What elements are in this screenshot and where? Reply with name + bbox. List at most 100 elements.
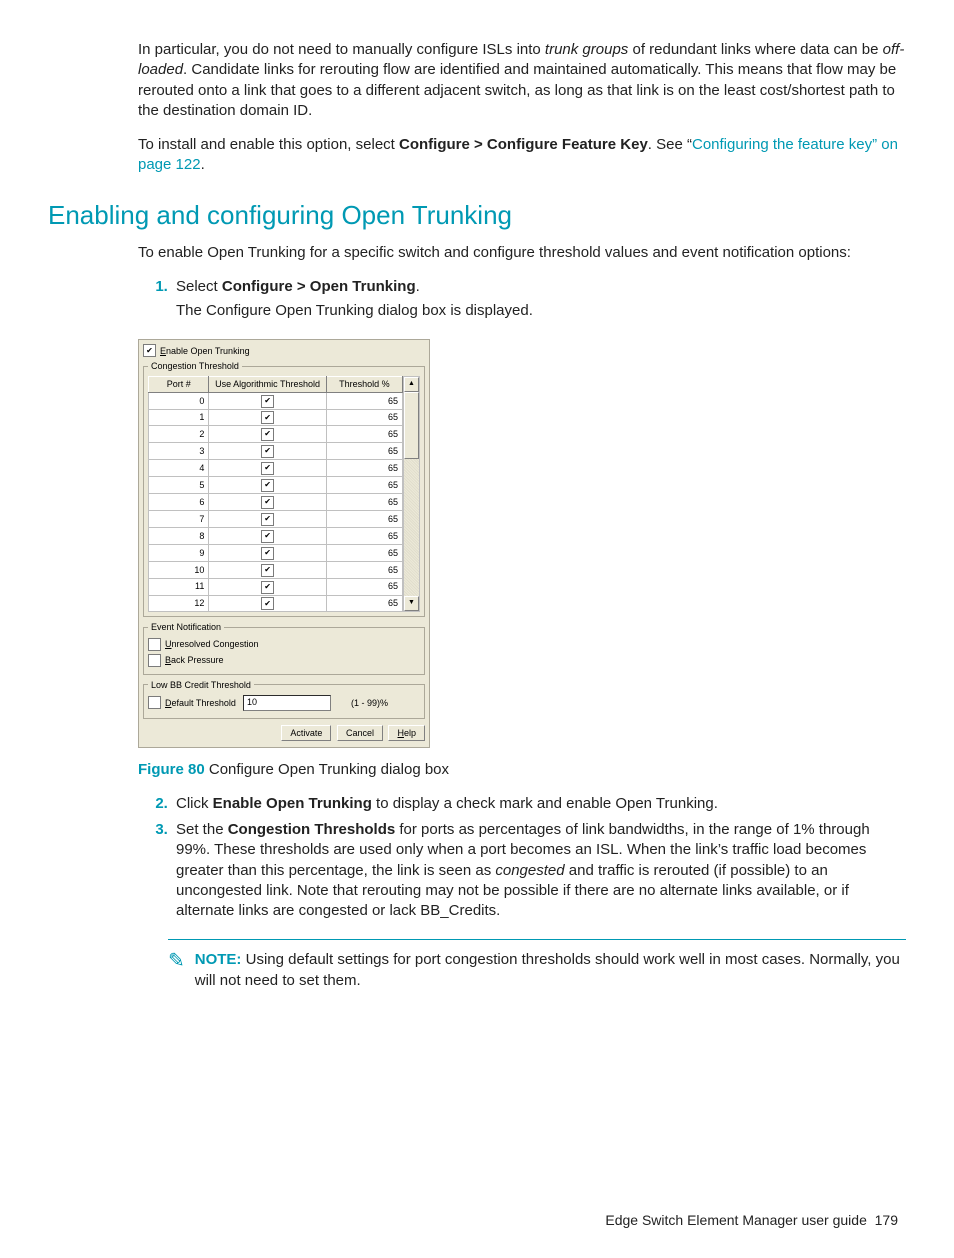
algo-cell[interactable] [209, 595, 326, 612]
table-row[interactable]: 3 65 [149, 443, 403, 460]
threshold-cell[interactable]: 65 [326, 460, 402, 477]
algo-cell[interactable] [209, 477, 326, 494]
unresolved-congestion-row[interactable]: Unresolved Congestion [148, 638, 420, 651]
port-cell[interactable]: 12 [149, 595, 209, 612]
algo-checkbox[interactable] [261, 462, 274, 475]
table-row[interactable]: 1 65 [149, 409, 403, 426]
table-scrollbar[interactable]: ▲ ▼ [403, 376, 420, 612]
algo-checkbox[interactable] [261, 547, 274, 560]
threshold-cell[interactable]: 65 [326, 595, 402, 612]
default-threshold-checkbox[interactable] [148, 696, 161, 709]
port-cell[interactable]: 5 [149, 477, 209, 494]
algo-checkbox[interactable] [261, 428, 274, 441]
port-cell[interactable]: 10 [149, 561, 209, 578]
table-row[interactable]: 7 65 [149, 510, 403, 527]
port-cell[interactable]: 11 [149, 578, 209, 595]
table-row[interactable]: 12 65 [149, 595, 403, 612]
algo-cell[interactable] [209, 578, 326, 595]
port-cell[interactable]: 9 [149, 544, 209, 561]
footer-title: Edge Switch Element Manager user guide [605, 1212, 866, 1228]
algo-checkbox[interactable] [261, 411, 274, 424]
ports-table: Port # Use Algorithmic Threshold Thresho… [148, 376, 403, 612]
table-row[interactable]: 5 65 [149, 477, 403, 494]
algo-checkbox[interactable] [261, 530, 274, 543]
text: Click [176, 795, 213, 812]
figure-caption: Figure 80 Configure Open Trunking dialog… [138, 760, 906, 780]
port-cell[interactable]: 8 [149, 527, 209, 544]
algo-cell[interactable] [209, 443, 326, 460]
help-button[interactable]: Help [388, 725, 425, 741]
algo-checkbox[interactable] [261, 479, 274, 492]
scroll-thumb[interactable] [404, 392, 419, 459]
col-port[interactable]: Port # [149, 377, 209, 392]
port-cell[interactable]: 6 [149, 494, 209, 511]
threshold-cell[interactable]: 65 [326, 426, 402, 443]
algo-cell[interactable] [209, 494, 326, 511]
ui-term: Enable Open Trunking [213, 795, 372, 812]
algo-cell[interactable] [209, 510, 326, 527]
scroll-down-icon[interactable]: ▼ [404, 596, 419, 611]
threshold-cell[interactable]: 65 [326, 494, 402, 511]
text: Set the [176, 821, 228, 838]
table-row[interactable]: 0 65 [149, 392, 403, 409]
text-italic: congested [495, 862, 564, 879]
threshold-cell[interactable]: 65 [326, 578, 402, 595]
col-pct[interactable]: Threshold % [326, 377, 402, 392]
algo-checkbox[interactable] [261, 496, 274, 509]
algo-checkbox[interactable] [261, 581, 274, 594]
algo-cell[interactable] [209, 561, 326, 578]
table-row[interactable]: 8 65 [149, 527, 403, 544]
text: . [201, 156, 205, 173]
threshold-cell[interactable]: 65 [326, 510, 402, 527]
figure-label: Figure 80 [138, 761, 205, 778]
algo-checkbox[interactable] [261, 513, 274, 526]
algo-checkbox[interactable] [261, 395, 274, 408]
algo-cell[interactable] [209, 392, 326, 409]
scroll-up-icon[interactable]: ▲ [404, 377, 419, 392]
port-cell[interactable]: 7 [149, 510, 209, 527]
unresolved-congestion-checkbox[interactable] [148, 638, 161, 651]
group-legend: Event Notification [148, 621, 224, 633]
enable-open-trunking-checkbox[interactable] [143, 344, 156, 357]
threshold-cell[interactable]: 65 [326, 561, 402, 578]
algo-cell[interactable] [209, 426, 326, 443]
event-notification-group: Event Notification Unresolved Congestion… [143, 621, 425, 674]
algo-checkbox[interactable] [261, 564, 274, 577]
enable-open-trunking-label: Enable Open Trunking [160, 345, 250, 357]
page-footer: Edge Switch Element Manager user guide 1… [48, 1211, 906, 1230]
port-cell[interactable]: 4 [149, 460, 209, 477]
port-cell[interactable]: 2 [149, 426, 209, 443]
col-algo[interactable]: Use Algorithmic Threshold [209, 377, 326, 392]
default-threshold-label: Default Threshold [165, 697, 243, 709]
table-row[interactable]: 6 65 [149, 494, 403, 511]
threshold-cell[interactable]: 65 [326, 527, 402, 544]
port-cell[interactable]: 0 [149, 392, 209, 409]
algo-cell[interactable] [209, 409, 326, 426]
port-cell[interactable]: 3 [149, 443, 209, 460]
threshold-cell[interactable]: 65 [326, 544, 402, 561]
table-row[interactable]: 2 65 [149, 426, 403, 443]
table-row[interactable]: 10 65 [149, 561, 403, 578]
enable-open-trunking-row[interactable]: Enable Open Trunking [143, 344, 425, 357]
algo-cell[interactable] [209, 544, 326, 561]
threshold-cell[interactable]: 65 [326, 392, 402, 409]
default-threshold-input[interactable]: 10 [243, 695, 331, 711]
algo-checkbox[interactable] [261, 597, 274, 610]
text: . See “ [648, 136, 692, 153]
activate-button[interactable]: Activate [281, 725, 331, 741]
port-cell[interactable]: 1 [149, 409, 209, 426]
algo-cell[interactable] [209, 527, 326, 544]
threshold-cell[interactable]: 65 [326, 477, 402, 494]
threshold-cell[interactable]: 65 [326, 409, 402, 426]
bb-credit-group: Low BB Credit Threshold Default Threshol… [143, 679, 425, 719]
table-row[interactable]: 11 65 [149, 578, 403, 595]
back-pressure-checkbox[interactable] [148, 654, 161, 667]
table-row[interactable]: 9 65 [149, 544, 403, 561]
threshold-cell[interactable]: 65 [326, 443, 402, 460]
table-row[interactable]: 4 65 [149, 460, 403, 477]
cancel-button[interactable]: Cancel [337, 725, 383, 741]
back-pressure-row[interactable]: Back Pressure [148, 654, 420, 667]
algo-cell[interactable] [209, 460, 326, 477]
text: to display a check mark and enable Open … [372, 795, 718, 812]
algo-checkbox[interactable] [261, 445, 274, 458]
